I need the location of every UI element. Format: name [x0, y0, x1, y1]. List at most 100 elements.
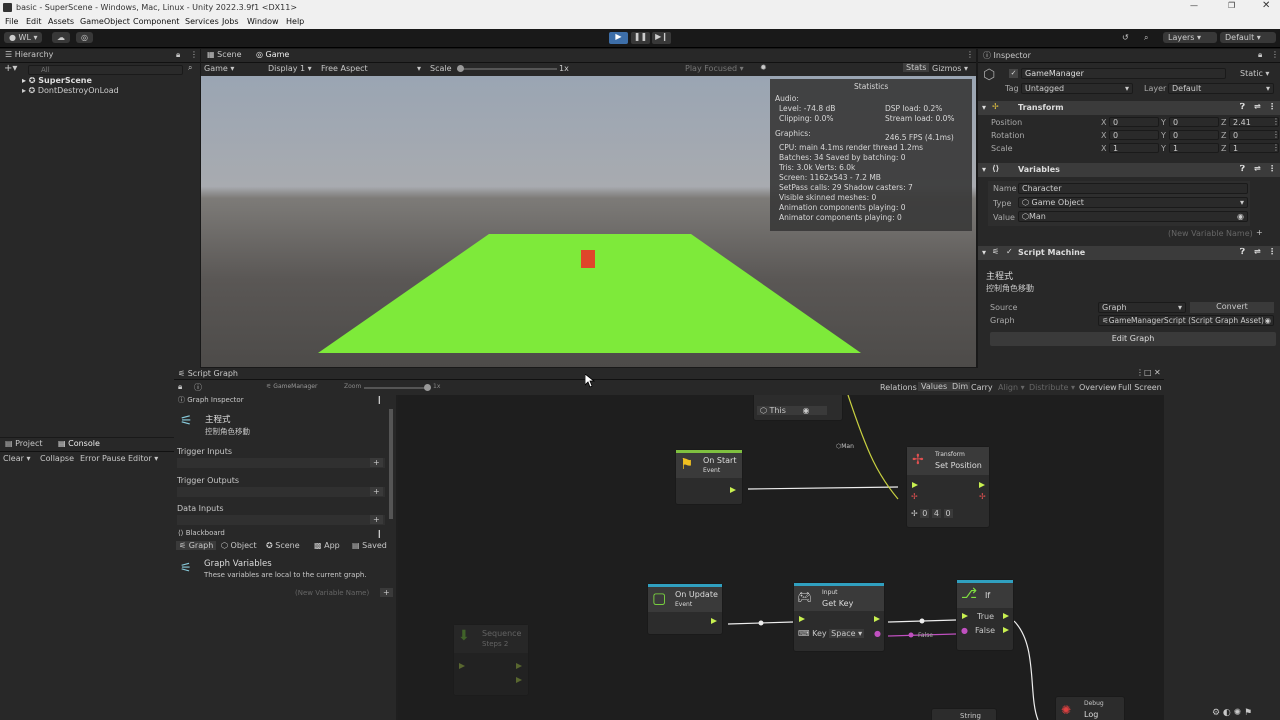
var-name-field[interactable]: Character: [1018, 183, 1248, 194]
search-icon[interactable]: ⌕: [1144, 33, 1148, 43]
distribute-dropdown[interactable]: Distribute ▾: [1029, 383, 1075, 392]
object-name-field[interactable]: GameManager: [1021, 68, 1226, 79]
enabled-checkbox[interactable]: ✓: [1006, 247, 1013, 256]
close-icon[interactable]: ✕: [1262, 0, 1270, 11]
minimize-icon[interactable]: —: [1190, 1, 1198, 10]
transform-x-field[interactable]: 0: [1109, 130, 1159, 140]
trigger-in-port[interactable]: [912, 482, 918, 488]
add-trigger-output-button[interactable]: +: [370, 487, 383, 496]
if-node[interactable]: ⎇ If True ● False: [956, 579, 1014, 651]
graph-asset-field[interactable]: ⚟GameManagerScript (Script Graph Asset) ◉: [1098, 315, 1274, 326]
menu-icon[interactable]: ⋮: [966, 50, 974, 59]
bb-tab-object[interactable]: ⬡ Object: [221, 541, 257, 550]
var-value-field[interactable]: ⬡Man ◉: [1018, 211, 1248, 222]
vector-field[interactable]: ✢ 0 4 0: [911, 509, 953, 518]
true-out-port[interactable]: [1003, 613, 1009, 619]
menu-icon[interactable]: ⋮: [1268, 102, 1276, 111]
false-out-port[interactable]: [1003, 627, 1009, 633]
menu-help[interactable]: Help: [286, 17, 304, 26]
help-icon[interactable]: ❓︎: [1240, 102, 1245, 112]
tag-dropdown[interactable]: Untagged ▾: [1021, 83, 1133, 94]
collab-icon[interactable]: ◎: [76, 32, 93, 43]
tab-scene[interactable]: ▦ Scene: [207, 50, 242, 59]
transform-x-field[interactable]: 0: [1109, 117, 1159, 127]
trigger-in-port[interactable]: [962, 613, 968, 619]
menu-services[interactable]: Services: [185, 17, 219, 26]
get-variable-node[interactable]: Character ⬡ This ◉: [753, 395, 843, 421]
menu-jobs[interactable]: Jobs: [222, 17, 239, 26]
menu-edit[interactable]: Edit: [26, 17, 42, 26]
trigger-in-port[interactable]: [799, 616, 805, 622]
info-icon[interactable]: ⓘ: [194, 382, 202, 393]
convert-button[interactable]: Convert: [1190, 302, 1274, 313]
maximize-icon[interactable]: ❐: [1228, 1, 1235, 10]
string-node[interactable]: String: [931, 708, 997, 720]
trigger-out-port[interactable]: [874, 616, 880, 622]
tab-game[interactable]: ◎ Game: [256, 50, 289, 59]
lock-icon[interactable]: 🔒︎: [178, 382, 182, 392]
bb-tab-graph[interactable]: ⚟ Graph: [176, 541, 217, 550]
step-button[interactable]: ▶❙: [652, 32, 671, 44]
menu-icon[interactable]: ⋮: [1272, 130, 1280, 139]
pause-button[interactable]: ❚❚: [631, 32, 650, 44]
target-port[interactable]: ✢: [911, 492, 918, 501]
dock-icon[interactable]: ❙: [376, 529, 383, 538]
tab-script-graph[interactable]: ⚟ Script Graph: [178, 369, 238, 378]
add-data-input-button[interactable]: +: [370, 515, 383, 524]
values-button[interactable]: Values: [918, 382, 951, 391]
dim-button[interactable]: Dim: [950, 382, 971, 391]
graph-canvas[interactable]: Character ⬡ This ◉ ⬡Man ⚑ On Start Event…: [398, 395, 1164, 720]
preset-icon[interactable]: ⇌: [1254, 164, 1261, 173]
trigger-in-port[interactable]: [459, 663, 465, 669]
trigger-out-port[interactable]: [979, 482, 985, 488]
hierarchy-item-superscene[interactable]: ▸ ✪ SuperScene: [22, 76, 92, 85]
help-icon[interactable]: ❓︎: [1240, 164, 1245, 174]
play-button[interactable]: ▶: [609, 32, 628, 44]
bool-out-port[interactable]: ●: [874, 629, 881, 638]
menu-icon[interactable]: ⋮: [1272, 117, 1280, 126]
menu-component[interactable]: Component: [133, 17, 179, 26]
get-key-node[interactable]: 🎮︎ Input Get Key ⌨ Key Space ▾ ●: [793, 582, 885, 652]
layer-dropdown[interactable]: Default ▾: [1168, 83, 1274, 94]
var-type-dropdown[interactable]: ⬡ Game Object ▾: [1018, 197, 1248, 208]
menu-window[interactable]: Window: [247, 17, 279, 26]
aspect-dropdown[interactable]: Free Aspect ▾: [321, 64, 421, 73]
sidebar-scrollbar[interactable]: [389, 409, 393, 519]
mute-icon[interactable]: ✹: [760, 63, 767, 72]
new-graph-variable-field[interactable]: (New Variable Name): [295, 589, 369, 597]
edit-graph-button[interactable]: Edit Graph: [990, 332, 1276, 346]
transform-y-field[interactable]: 0: [1169, 130, 1219, 140]
menu-icon[interactable]: ⋮: [1271, 50, 1279, 59]
transform-header[interactable]: ▾ ✢ Transform ❓︎ ⇌ ⋮: [978, 101, 1280, 115]
dock-icon[interactable]: ❙: [376, 395, 383, 404]
layout-dropdown[interactable]: Default ▾: [1220, 32, 1276, 43]
editor-dropdown[interactable]: Editor ▾: [128, 454, 158, 463]
step-out-port[interactable]: [516, 663, 522, 669]
help-icon[interactable]: ❓︎: [1240, 247, 1245, 257]
static-toggle[interactable]: Static ▾: [1240, 69, 1269, 78]
hierarchy-item-dontdestroy[interactable]: ▸ ✪ DontDestroyOnLoad: [22, 86, 119, 95]
sequence-node[interactable]: ⬇ Sequence Steps 2: [453, 624, 529, 696]
bb-tab-app[interactable]: ▩ App: [314, 541, 340, 550]
active-checkbox[interactable]: ✓: [1009, 69, 1018, 78]
on-update-node[interactable]: ▢ On Update Event: [647, 583, 723, 635]
add-variable-button[interactable]: +: [1256, 228, 1263, 237]
lock-icon[interactable]: 🔒︎: [176, 50, 180, 60]
debug-log-node[interactable]: ✺ Debug Log: [1055, 696, 1125, 720]
preset-icon[interactable]: ⇌: [1254, 102, 1261, 111]
play-focused-dropdown[interactable]: Play Focused ▾: [685, 64, 744, 73]
tab-project[interactable]: ▤ Project: [5, 439, 42, 448]
stats-button[interactable]: Stats: [903, 63, 930, 72]
output-port[interactable]: ✢: [979, 492, 986, 501]
fullscreen-button[interactable]: Full Screen: [1118, 383, 1162, 392]
menu-file[interactable]: File: [5, 17, 18, 26]
collapse-button[interactable]: Collapse: [40, 454, 74, 463]
add-trigger-input-button[interactable]: +: [370, 458, 383, 467]
transform-x-field[interactable]: 1: [1109, 143, 1159, 153]
trigger-out-port[interactable]: [711, 618, 717, 624]
layers-dropdown[interactable]: Layers ▾: [1163, 32, 1217, 43]
trigger-out-port[interactable]: [730, 487, 736, 493]
add-graph-variable-button[interactable]: +: [380, 588, 393, 597]
new-variable-field[interactable]: (New Variable Name): [1168, 229, 1253, 238]
maximize-icon[interactable]: □: [1144, 368, 1152, 377]
